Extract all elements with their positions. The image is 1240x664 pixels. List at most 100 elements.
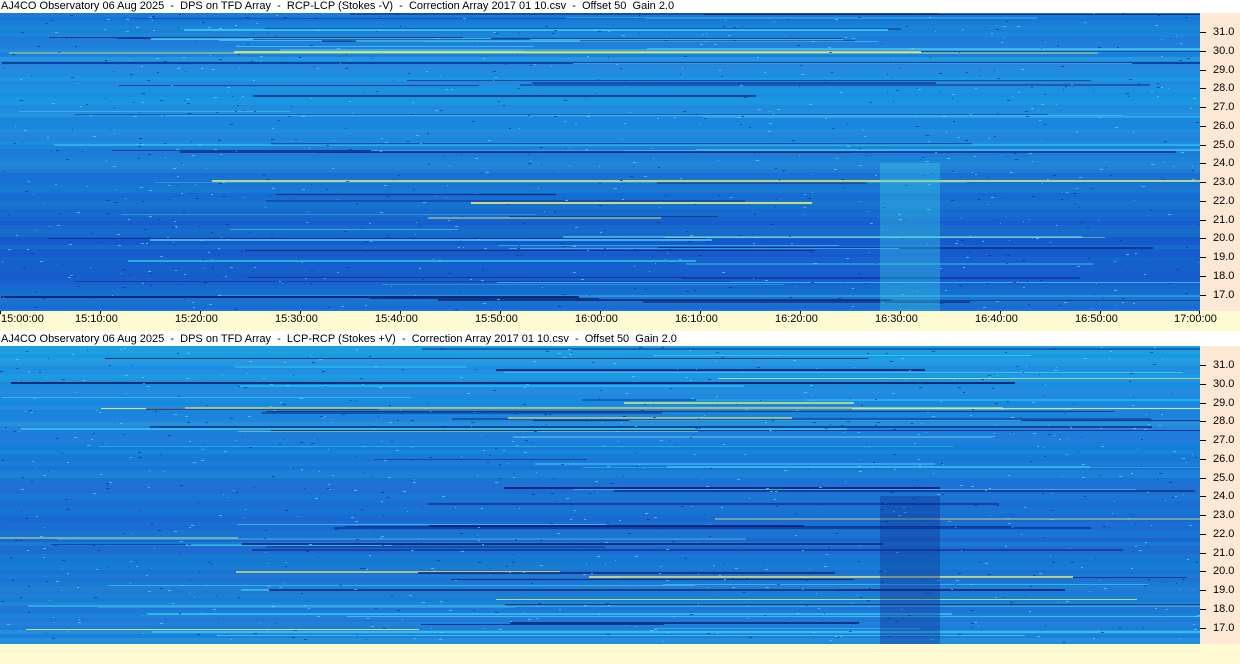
speckle bbox=[1139, 550, 1142, 551]
speckle bbox=[413, 482, 416, 483]
speckle bbox=[147, 80, 150, 81]
freq-tick-label: 29.0 bbox=[1213, 396, 1235, 409]
speckle bbox=[283, 582, 284, 583]
tick-mark bbox=[1200, 219, 1206, 221]
speckle bbox=[68, 631, 69, 632]
speckle bbox=[796, 613, 799, 614]
speckle bbox=[866, 443, 867, 444]
speckle bbox=[355, 400, 356, 401]
speckle bbox=[911, 48, 914, 49]
speckle bbox=[192, 155, 195, 156]
spectrogram-top[interactable] bbox=[0, 13, 1200, 311]
speckle bbox=[149, 190, 152, 191]
speckle bbox=[49, 226, 50, 227]
speckle bbox=[189, 527, 191, 528]
speckle bbox=[165, 157, 166, 158]
speckle bbox=[718, 488, 720, 489]
speckle bbox=[655, 263, 656, 264]
speckle bbox=[136, 566, 138, 567]
interference-line bbox=[242, 543, 883, 545]
speckle bbox=[1084, 358, 1087, 359]
speckle bbox=[247, 373, 248, 374]
speckle bbox=[206, 422, 208, 423]
speckle bbox=[534, 431, 537, 432]
speckle bbox=[65, 499, 67, 500]
speckle bbox=[653, 158, 654, 159]
speckle bbox=[389, 405, 391, 406]
speckle bbox=[603, 445, 604, 446]
speckle bbox=[840, 636, 842, 637]
speckle bbox=[114, 107, 115, 108]
speckle bbox=[27, 249, 29, 250]
interference-line bbox=[696, 149, 1200, 150]
speckle bbox=[958, 573, 961, 574]
speckle bbox=[3, 171, 5, 172]
speckle bbox=[764, 615, 766, 616]
speckle bbox=[536, 472, 537, 473]
speckle bbox=[835, 636, 838, 637]
speckle bbox=[380, 212, 383, 213]
speckle bbox=[545, 26, 548, 27]
speckle bbox=[208, 27, 211, 28]
spectrogram-band bbox=[0, 221, 1200, 225]
speckle bbox=[894, 469, 896, 470]
speckle bbox=[474, 45, 475, 46]
speckle bbox=[141, 66, 143, 67]
speckle bbox=[754, 214, 756, 215]
speckle bbox=[400, 410, 401, 411]
speckle bbox=[942, 382, 944, 383]
speckle bbox=[534, 64, 536, 65]
speckle bbox=[455, 309, 458, 310]
speckle bbox=[431, 628, 432, 629]
speckle bbox=[848, 635, 849, 636]
speckle bbox=[713, 565, 715, 566]
speckle bbox=[1161, 177, 1162, 178]
speckle bbox=[205, 585, 207, 586]
speckle bbox=[132, 365, 133, 366]
freq-tick: 29.0 bbox=[1200, 397, 1240, 409]
speckle bbox=[1192, 454, 1193, 455]
speckle bbox=[849, 631, 852, 632]
speckle bbox=[78, 83, 79, 84]
spectrogram-bottom[interactable] bbox=[0, 346, 1200, 644]
speckle bbox=[579, 544, 582, 545]
speckle bbox=[698, 604, 699, 605]
speckle bbox=[25, 191, 28, 192]
speckle bbox=[435, 110, 438, 111]
speckle bbox=[364, 568, 366, 569]
speckle bbox=[8, 249, 11, 250]
speckle bbox=[329, 489, 331, 490]
freq-tick-label: 23.0 bbox=[1213, 176, 1235, 188]
speckle bbox=[757, 57, 759, 58]
speckle bbox=[363, 92, 364, 93]
speckle bbox=[524, 612, 525, 613]
freq-tick: 26.0 bbox=[1200, 120, 1240, 132]
speckle bbox=[660, 544, 661, 545]
speckle bbox=[961, 218, 962, 219]
speckle bbox=[397, 429, 398, 430]
speckle bbox=[770, 491, 773, 492]
speckle bbox=[1006, 263, 1008, 264]
speckle bbox=[1023, 372, 1024, 373]
freq-tick: 22.0 bbox=[1200, 195, 1240, 207]
speckle bbox=[918, 434, 920, 435]
speckle bbox=[1044, 94, 1046, 95]
speckle bbox=[1106, 167, 1107, 168]
speckle bbox=[1151, 525, 1152, 526]
speckle bbox=[1193, 589, 1194, 590]
speckle bbox=[56, 581, 59, 582]
speckle bbox=[489, 455, 491, 456]
speckle bbox=[706, 33, 707, 34]
speckle bbox=[1032, 161, 1033, 162]
speckle bbox=[1122, 13, 1125, 14]
spectrogram-band bbox=[0, 73, 1200, 77]
speckle bbox=[859, 545, 860, 546]
speckle bbox=[1176, 35, 1177, 36]
speckle bbox=[1196, 122, 1199, 123]
speckle bbox=[1100, 428, 1102, 429]
speckle bbox=[414, 479, 415, 480]
speckle bbox=[953, 121, 955, 122]
speckle bbox=[405, 26, 406, 27]
speckle bbox=[1000, 223, 1001, 224]
speckle bbox=[147, 386, 150, 387]
